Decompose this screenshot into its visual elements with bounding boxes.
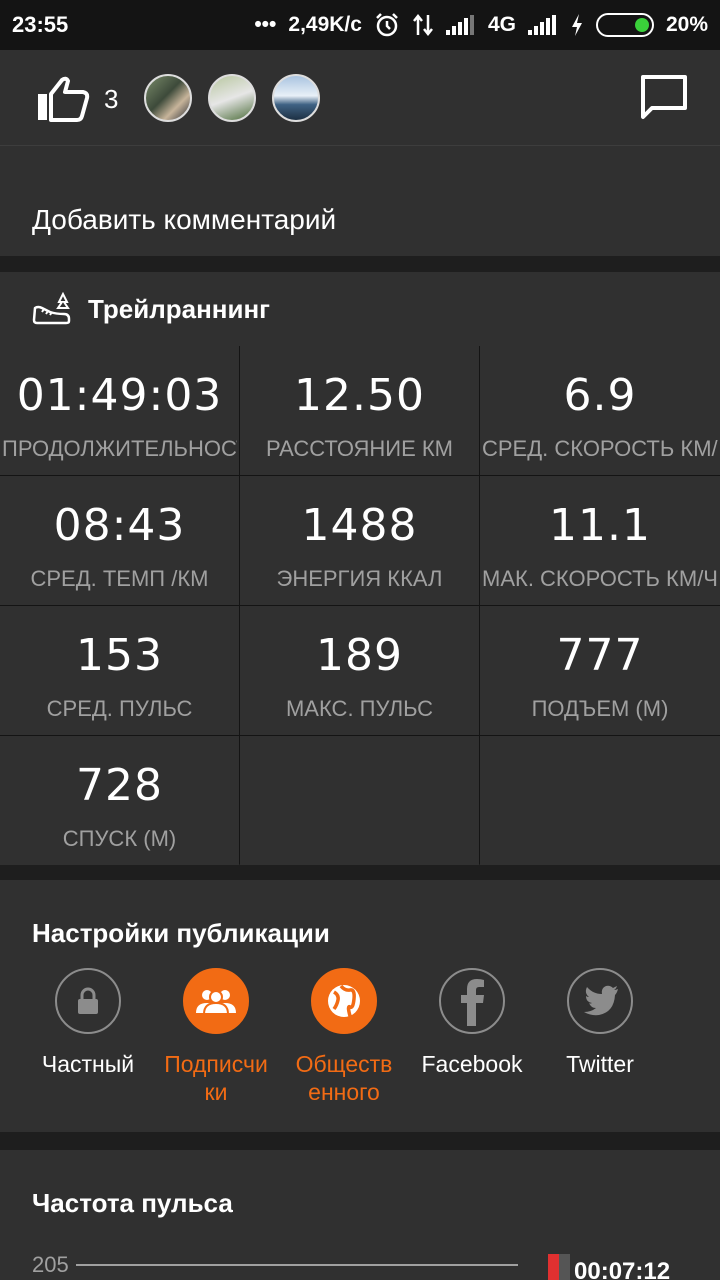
stat-value: 777 [556, 630, 644, 681]
publication-settings: Настройки публикации Частный Подписчи ки … [0, 880, 720, 1132]
stat-empty [240, 736, 479, 865]
avatar[interactable] [144, 74, 192, 122]
stat-label: СРЕД. ПУЛЬС [46, 696, 193, 721]
twitter-icon[interactable] [567, 968, 633, 1034]
privacy-option-label[interactable]: Facebook [408, 1050, 536, 1078]
publication-settings-title: Настройки публикации [32, 918, 330, 948]
globe-icon[interactable] [311, 968, 377, 1034]
stat-value: 08:43 [53, 500, 186, 551]
activity-header: Трейлраннинг [0, 272, 720, 346]
stat-value: 153 [76, 630, 163, 681]
followers-icon[interactable] [183, 968, 249, 1034]
activity-summary: Трейлраннинг 01:49:03 ПРОДОЛЖИТЕЛЬНОСТЬ 1… [0, 272, 720, 865]
stat-value: 6.9 [563, 370, 637, 421]
stat-duration: 01:49:03 ПРОДОЛЖИТЕЛЬНОСТЬ [0, 346, 239, 475]
signal-icon-1 [445, 15, 476, 35]
stat-energy: 1488 ЭНЕРГИЯ ККАЛ [240, 476, 479, 605]
stat-label: МАК. СКОРОСТЬ КМ/Ч [482, 566, 718, 591]
stat-avg-speed: 6.9 СРЕД. СКОРОСТЬ КМ/Ч [480, 346, 720, 475]
stat-ascent: 777 ПОДЪЕМ (М) [480, 606, 720, 735]
stat-label: МАКС. ПУЛЬС [285, 696, 434, 721]
add-comment-field[interactable]: Добавить комментарий [0, 146, 720, 256]
privacy-followers-option[interactable]: Подписчи ки [152, 968, 280, 1106]
stat-label: ПРОДОЛЖИТЕЛЬНОСТЬ [2, 436, 237, 461]
network-speed: 2,49K/c [288, 13, 362, 36]
battery-icon [595, 13, 654, 37]
stat-label: ПОДЪЕМ (М) [531, 696, 669, 721]
likes-bar: 3 [0, 50, 720, 146]
stat-value: 12.50 [294, 370, 425, 421]
stat-avg-pace: 08:43 СРЕД. ТЕМП /КМ [0, 476, 239, 605]
stat-avg-hr: 153 СРЕД. ПУЛЬС [0, 606, 239, 735]
privacy-option-label[interactable]: Twitter [536, 1050, 664, 1078]
like-icon[interactable] [36, 76, 90, 122]
comment-icon[interactable] [640, 74, 688, 120]
heart-rate-title: Частота пульса [32, 1188, 233, 1218]
avatar[interactable] [208, 74, 256, 122]
heart-rate-marker [548, 1254, 570, 1280]
stat-label: СПУСК (М) [62, 826, 177, 851]
stat-label: СРЕД. СКОРОСТЬ КМ/Ч [482, 436, 718, 461]
activity-type-title: Трейлраннинг [88, 294, 270, 324]
heart-rate-gridline [76, 1264, 518, 1266]
stat-max-speed: 11.1 МАК. СКОРОСТЬ КМ/Ч [480, 476, 720, 605]
signal-icon-2 [527, 15, 558, 35]
stat-descent: 728 СПУСК (М) [0, 736, 239, 865]
heart-rate-time: 00:07:12 [574, 1258, 671, 1280]
stat-empty [480, 736, 720, 865]
stat-value: 728 [76, 760, 163, 811]
stat-label: ЭНЕРГИЯ ККАЛ [276, 566, 443, 591]
stats-grid: 01:49:03 ПРОДОЛЖИТЕЛЬНОСТЬ 12.50 РАССТОЯНИ… [0, 346, 720, 865]
stat-value: 11.1 [549, 500, 651, 551]
add-comment-label[interactable]: Добавить комментарий [32, 204, 336, 236]
heart-rate-section: Частота пульса 205 00:07:12 [0, 1150, 720, 1280]
trail-running-shoe-icon [32, 292, 71, 325]
privacy-option-label[interactable]: Обществ енного [280, 1050, 408, 1106]
lock-icon[interactable] [55, 968, 121, 1034]
privacy-private-option[interactable]: Частный [24, 968, 152, 1078]
share-twitter-option[interactable]: Twitter [536, 968, 664, 1078]
privacy-option-label[interactable]: Частный [24, 1050, 152, 1078]
privacy-option-label[interactable]: Подписчи ки [152, 1050, 280, 1106]
alarm-icon [376, 13, 398, 37]
stat-distance: 12.50 РАССТОЯНИЕ КМ [240, 346, 479, 475]
status-bar: 23:55 ••• 2,49K/c 4G 20% [0, 0, 720, 50]
like-count[interactable]: 3 [104, 84, 118, 115]
share-facebook-option[interactable]: Facebook [408, 968, 536, 1078]
privacy-public-option[interactable]: Обществ енного [280, 968, 408, 1106]
facebook-icon[interactable] [439, 968, 505, 1034]
network-type: 4G [487, 13, 516, 36]
avatar[interactable] [272, 74, 320, 122]
stat-max-hr: 189 МАКС. ПУЛЬС [240, 606, 479, 735]
status-time: 23:55 [12, 12, 69, 37]
stat-label: СРЕД. ТЕМП /КМ [30, 566, 209, 591]
stat-value: 189 [316, 630, 403, 681]
status-indicators: ••• 2,49K/c 4G 20% [254, 12, 708, 38]
status-dots: ••• [254, 13, 277, 36]
stat-value: 1488 [301, 500, 418, 551]
heart-rate-axis-max: 205 [32, 1252, 69, 1277]
stat-value: 01:49:03 [16, 370, 223, 421]
battery-percent: 20% [665, 13, 708, 36]
stat-label: РАССТОЯНИЕ КМ [265, 436, 454, 461]
data-transfer-icon [412, 13, 433, 37]
charging-icon [571, 14, 582, 36]
